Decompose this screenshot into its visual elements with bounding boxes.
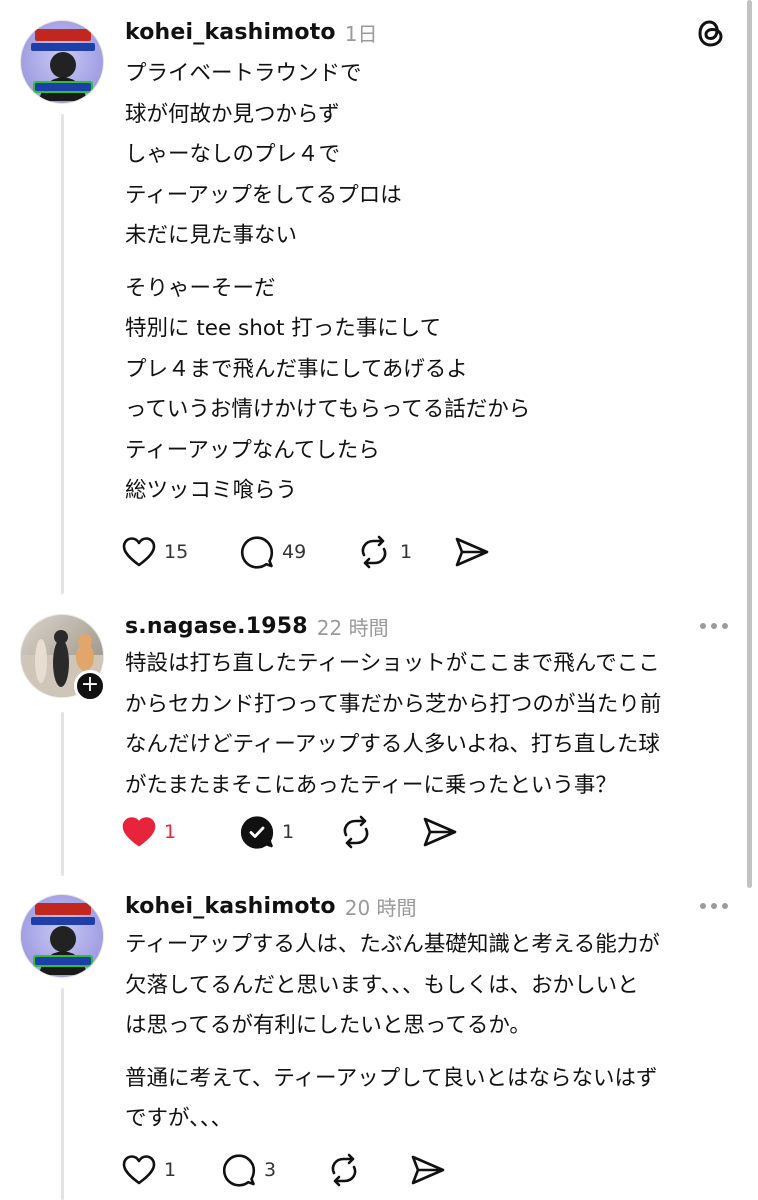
text-line: がたまたまそこにあったティーに乗ったという事？ [125, 772, 617, 798]
text-line: しゃーなしのプレ４で [125, 142, 341, 167]
post-header: s.nagase.1958 22 時間 [125, 610, 389, 642]
comment-icon [222, 1154, 256, 1187]
action-bar: 1 1 [122, 810, 458, 854]
thread-line [61, 114, 64, 594]
post-header: kohei_kashimoto 1日 [125, 16, 377, 48]
share-button[interactable] [410, 1154, 446, 1186]
repost-button[interactable] [338, 815, 422, 849]
avatar[interactable] [20, 20, 104, 104]
share-button[interactable] [422, 816, 458, 848]
like-button[interactable]: 1 [122, 1154, 222, 1186]
text-line: プライベートラウンドで [125, 61, 362, 86]
share-icon [455, 537, 489, 567]
repost-icon [343, 815, 369, 849]
like-count: 15 [164, 541, 189, 563]
text-line: 特別に tee shot 打った事にして [125, 316, 442, 341]
repost-count: 1 [400, 541, 413, 563]
text-line: 球が何故か見つからず [125, 101, 340, 127]
post-1: kohei_kashimoto 1日 プライベートラウンドで 球が何故か見つから… [0, 0, 758, 600]
repost-icon [331, 1153, 357, 1187]
post-body: プライベートラウンドで 球が何故か見つからず しゃーなしのプレ４で ティーアップ… [125, 54, 725, 512]
timestamp[interactable]: 20 時間 [345, 892, 417, 921]
text-line: からセカンド打つって事だから芝から打つのが当たり前 [125, 691, 662, 717]
avatar[interactable] [20, 894, 104, 978]
text-line: ティーアップなんてしたら [125, 437, 380, 463]
username[interactable]: s.nagase.1958 [125, 614, 308, 639]
text-line: ティーアップをしてるプロは [125, 182, 402, 208]
text-line: ですが、、、 [125, 1106, 233, 1131]
repost-button[interactable] [326, 1153, 410, 1187]
like-button[interactable]: 1 [122, 816, 240, 848]
comment-icon [240, 536, 274, 569]
comment-button[interactable]: 49 [240, 535, 356, 569]
timestamp[interactable]: 1日 [345, 18, 378, 47]
text-line: 特設は打ち直したティーショットがここまで飛んでここ [125, 651, 660, 676]
like-count: 1 [164, 1159, 177, 1181]
like-button[interactable]: 15 [122, 536, 240, 568]
threads-logo-icon[interactable] [696, 17, 726, 53]
text-line: 未だに見た事ない [125, 223, 298, 248]
more-icon[interactable] [700, 903, 728, 909]
heart-icon [122, 537, 156, 567]
text-line: は思ってるが有利にしたいと思ってるか。 [125, 1013, 531, 1038]
heart-icon [122, 1155, 156, 1185]
share-button[interactable] [454, 536, 490, 568]
thread-line [61, 988, 64, 1200]
like-count: 1 [164, 821, 177, 843]
repost-button[interactable]: 1 [356, 535, 454, 569]
text-line: なんだけどティーアップする人多いよね、打ち直した球 [125, 732, 660, 757]
comment-icon [240, 816, 274, 849]
action-bar: 15 49 1 [122, 530, 490, 574]
share-icon [411, 1155, 445, 1185]
comment-count: 3 [264, 1159, 277, 1181]
post-2: + s.nagase.1958 22 時間 特設は打ち直したティーショットがここ… [0, 600, 758, 880]
action-bar: 1 3 [122, 1148, 446, 1192]
text-line: ティーアップする人は、たぶん基礎知識と考える能力が [125, 932, 660, 957]
text-line: そりゃーそーだ [125, 275, 276, 301]
text-line: 普通に考えて、ティーアップして良いとはならないはず [125, 1065, 658, 1091]
heart-icon [122, 817, 156, 847]
post-3: kohei_kashimoto 20 時間 ティーアップする人は、たぶん基礎知識… [0, 880, 758, 1200]
post-body: ティーアップする人は、たぶん基礎知識と考える能力が 欠落してるんだと思います、、… [125, 925, 725, 1140]
timestamp[interactable]: 22 時間 [317, 612, 389, 641]
text-line: プレ４まで飛んだ事にしてあげるよ [125, 356, 468, 382]
comment-button[interactable]: 3 [222, 1153, 326, 1187]
more-icon[interactable] [700, 623, 728, 629]
text-line: っていうお情けかけてもらってる話だから [125, 397, 531, 422]
post-header: kohei_kashimoto 20 時間 [125, 890, 417, 922]
repost-icon [361, 535, 387, 569]
text-line: 欠落してるんだと思います、、、もしくは、おかしいと [125, 972, 639, 998]
thread-line [61, 712, 64, 876]
post-body: 特設は打ち直したティーショットがここまで飛んでここ からセカンド打つって事だから… [125, 644, 725, 806]
comment-count: 49 [282, 541, 307, 563]
comment-count: 1 [282, 821, 295, 843]
follow-plus-icon[interactable]: + [74, 670, 106, 702]
text-line: 総ツッコミ喰らう [125, 478, 298, 503]
comment-button[interactable]: 1 [240, 815, 338, 849]
share-icon [423, 817, 457, 847]
username[interactable]: kohei_kashimoto [125, 894, 336, 919]
username[interactable]: kohei_kashimoto [125, 20, 336, 45]
